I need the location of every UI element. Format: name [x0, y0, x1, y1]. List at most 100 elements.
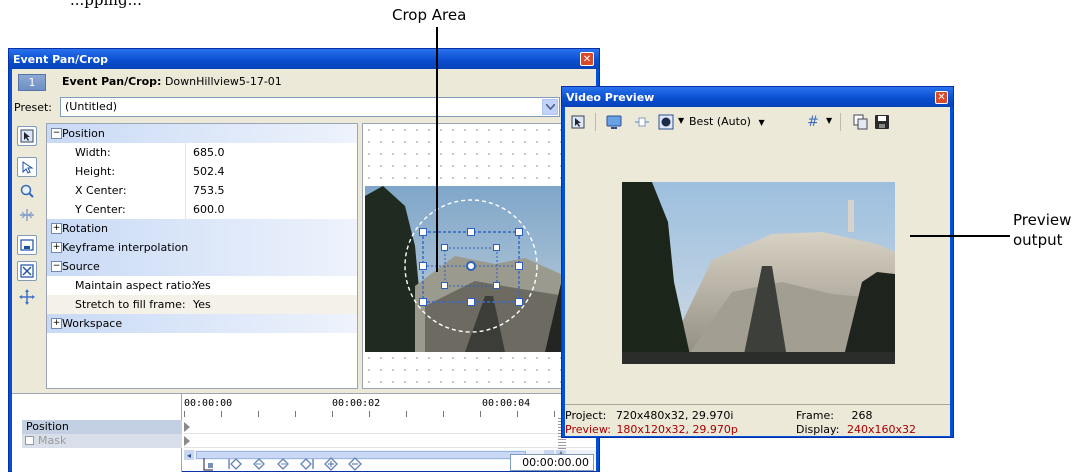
prop-stretch-label: Stretch to fill frame: [75, 298, 186, 311]
video-preview-titlebar: Video Preview [562, 87, 953, 107]
prop-ycenter[interactable]: Y Center: 600.0 [47, 200, 357, 219]
group-workspace[interactable]: + Workspace [47, 314, 357, 333]
event-title: Event Pan/Crop: DownHillview5-17-01 [62, 75, 282, 88]
keyframe-lane-mask[interactable] [184, 434, 596, 448]
group-source[interactable]: − Source [47, 257, 357, 276]
frame-value: 268 [851, 409, 873, 422]
collapse-icon[interactable]: − [51, 128, 62, 139]
crop-handle[interactable] [515, 298, 523, 306]
external-monitor-icon[interactable] [605, 113, 623, 131]
close-icon[interactable]: ✕ [935, 91, 948, 104]
crop-handle[interactable] [467, 298, 475, 306]
crop-handle[interactable] [419, 298, 427, 306]
sync-cursor-icon[interactable] [200, 456, 216, 472]
scroll-left-icon[interactable]: ◂ [184, 450, 194, 460]
prop-xcenter[interactable]: X Center: 753.5 [47, 181, 357, 200]
close-icon[interactable]: ✕ [580, 52, 594, 66]
overlay-dropdown-icon[interactable]: ▼ [678, 116, 684, 125]
crop-handle[interactable] [419, 262, 427, 270]
preview-value: 180x120x32, 29.970p [616, 423, 738, 436]
preview-image [622, 182, 895, 364]
first-keyframe-icon[interactable] [226, 456, 244, 472]
select-icon[interactable] [17, 157, 37, 177]
expand-icon[interactable]: + [51, 242, 62, 253]
prop-height-value[interactable]: 502.4 [193, 165, 225, 178]
crop-handle[interactable] [493, 244, 500, 251]
keyframe-lane-position[interactable] [184, 420, 596, 434]
prop-stretch[interactable]: Stretch to fill frame: Yes [47, 295, 357, 314]
expand-icon[interactable]: + [51, 318, 62, 329]
group-rotation[interactable]: + Rotation [47, 219, 357, 238]
delete-keyframe-icon[interactable] [346, 456, 364, 472]
prop-ycenter-value[interactable]: 600.0 [193, 203, 225, 216]
prop-height-label: Height: [75, 165, 116, 178]
crop-handle[interactable] [441, 244, 448, 251]
group-keyframe[interactable]: + Keyframe interpolation [47, 238, 357, 257]
move-freely-icon[interactable] [17, 261, 37, 281]
prop-aspect[interactable]: Maintain aspect ratio: Yes [47, 276, 357, 295]
next-keyframe-icon[interactable] [274, 456, 292, 472]
prop-xcenter-label: X Center: [75, 184, 127, 197]
track-mask[interactable]: Mask [22, 434, 182, 448]
crop-handle[interactable] [419, 228, 427, 236]
preview-output-callout: Preview output [1013, 210, 1071, 250]
prop-width-value[interactable]: 685.0 [193, 146, 225, 159]
expand-icon[interactable]: + [51, 223, 62, 234]
prop-width-label: Width: [75, 146, 111, 159]
ruler[interactable] [184, 411, 596, 417]
crop-handle[interactable] [515, 228, 523, 236]
tick-label: 00:00:02 [332, 398, 381, 409]
event-header: 1 Event Pan/Crop: DownHillview5-17-01 [12, 69, 596, 95]
lock-aspect-icon[interactable] [17, 205, 37, 225]
preview-settings-icon[interactable] [569, 113, 587, 131]
collapse-icon[interactable]: − [51, 261, 62, 272]
last-keyframe-icon[interactable] [298, 456, 316, 472]
normal-edit-icon[interactable] [17, 126, 37, 146]
track-list: Position Mask [12, 394, 182, 472]
keyframe-marker[interactable] [184, 422, 190, 432]
preset-dropdown[interactable]: (Untitled) [60, 97, 560, 117]
add-keyframe-icon[interactable] [322, 456, 340, 472]
save-snapshot-icon[interactable] [873, 113, 891, 131]
size-about-center-icon[interactable] [17, 235, 37, 255]
crop-handle[interactable] [515, 262, 523, 270]
overlay-icon[interactable] [657, 113, 675, 131]
crop-handle[interactable] [441, 282, 448, 289]
prev-keyframe-icon[interactable] [250, 456, 268, 472]
tick-label: 00:00:04 [482, 398, 531, 409]
group-position[interactable]: − Position [47, 124, 357, 143]
move-icon[interactable] [17, 287, 37, 307]
grid-icon[interactable]: # [805, 113, 821, 131]
prop-aspect-value[interactable]: Yes [193, 279, 211, 292]
grid-dropdown-icon[interactable]: ▼ [826, 116, 832, 125]
group-source-label: Source [62, 260, 100, 273]
prop-stretch-value[interactable]: Yes [193, 298, 211, 311]
quality-dropdown[interactable]: Best (Auto) ▼ [689, 115, 765, 128]
track-position[interactable]: Position [22, 420, 182, 434]
prop-xcenter-value[interactable]: 753.5 [193, 184, 225, 197]
event-number-badge: 1 [18, 74, 46, 91]
event-label: Event Pan/Crop: [62, 75, 162, 88]
keyframe-marker[interactable] [184, 436, 190, 446]
preset-label: Preset: [14, 101, 53, 114]
chevron-down-icon[interactable] [542, 99, 558, 115]
toolbar-separator [840, 113, 841, 131]
project-label: Project: [565, 409, 607, 422]
video-preview-window: Video Preview ✕ ▼ Best (Auto) ▼ # ▼ Proj… [561, 86, 954, 438]
preview-output-line2: output [1013, 231, 1063, 249]
property-grid: − Position Width: 685.0 Height: 502.4 X … [46, 123, 358, 389]
prop-width[interactable]: Width: 685.0 [47, 143, 357, 162]
display-value: 240x160x32 [846, 423, 916, 436]
split-screen-icon[interactable] [633, 113, 651, 131]
pan-crop-title: Event Pan/Crop [13, 52, 109, 66]
time-display[interactable]: 00:00:00.00 [510, 454, 594, 471]
mask-checkbox[interactable] [25, 436, 34, 445]
copy-snapshot-icon[interactable] [851, 113, 869, 131]
zoom-icon[interactable] [17, 181, 37, 201]
prop-height[interactable]: Height: 502.4 [47, 162, 357, 181]
crop-handle[interactable] [467, 228, 475, 236]
chevron-down-icon[interactable]: ▼ [758, 118, 764, 127]
rotation-center-handle[interactable] [466, 261, 476, 271]
crop-handle[interactable] [493, 282, 500, 289]
track-position-label: Position [26, 420, 69, 433]
